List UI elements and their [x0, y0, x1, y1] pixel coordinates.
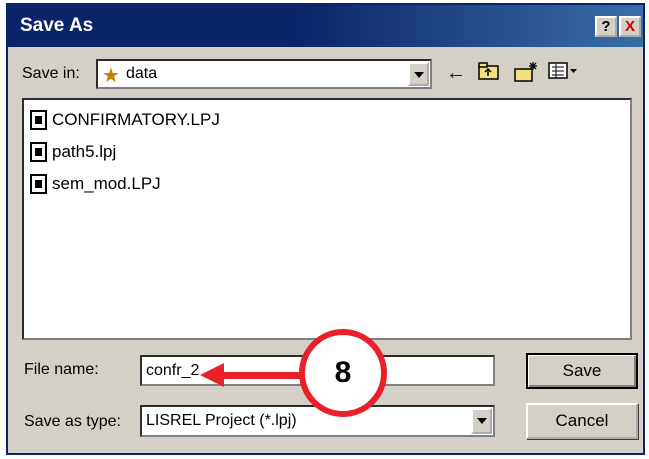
cancel-button[interactable]: Cancel: [526, 403, 638, 439]
save-as-type-label: Save as type:: [24, 413, 121, 430]
file-icon: [30, 110, 47, 130]
file-icon: [30, 174, 47, 194]
chevron-down-icon[interactable]: [471, 408, 492, 434]
help-button[interactable]: ?: [595, 16, 617, 37]
star-folder-icon: ★: [102, 65, 120, 87]
save-as-type-value: LISREL Project (*.lpj): [146, 412, 297, 429]
up-folder-icon[interactable]: [478, 61, 500, 87]
close-button[interactable]: X: [619, 16, 641, 37]
list-item[interactable]: CONFIRMATORY.LPJ: [30, 108, 220, 132]
annotation-arrow-head: [200, 363, 224, 387]
dialog-title: Save As: [20, 15, 94, 36]
file-name: CONFIRMATORY.LPJ: [52, 110, 220, 129]
views-menu-icon[interactable]: [548, 61, 580, 87]
file-icon: [30, 142, 47, 162]
file-name-label: File name:: [24, 361, 99, 378]
file-name: path5.lpj: [52, 142, 117, 161]
file-name: sem_mod.LPJ: [52, 174, 161, 193]
list-item[interactable]: path5.lpj: [30, 140, 116, 164]
save-button[interactable]: Save: [526, 353, 638, 389]
step-number-badge: 8: [299, 329, 387, 417]
save-in-label: Save in:: [22, 65, 80, 82]
list-item[interactable]: sem_mod.LPJ: [30, 172, 161, 196]
annotation-arrow: [220, 372, 310, 379]
save-in-folder: data: [126, 65, 158, 82]
back-icon[interactable]: ←: [446, 61, 466, 85]
chevron-down-icon[interactable]: [408, 62, 429, 86]
title-bar: Save As ? X: [8, 5, 643, 47]
save-as-type-dropdown[interactable]: LISREL Project (*.lpj): [140, 405, 495, 437]
new-folder-icon[interactable]: [514, 61, 538, 89]
save-in-dropdown[interactable]: ★ data: [96, 59, 432, 89]
file-name-value: confr_2: [146, 362, 200, 379]
save-as-dialog: Save As ? X Save in: ★ data ← CONFIRMATO…: [6, 3, 645, 455]
file-list[interactable]: CONFIRMATORY.LPJ path5.lpj sem_mod.LPJ: [22, 98, 632, 340]
